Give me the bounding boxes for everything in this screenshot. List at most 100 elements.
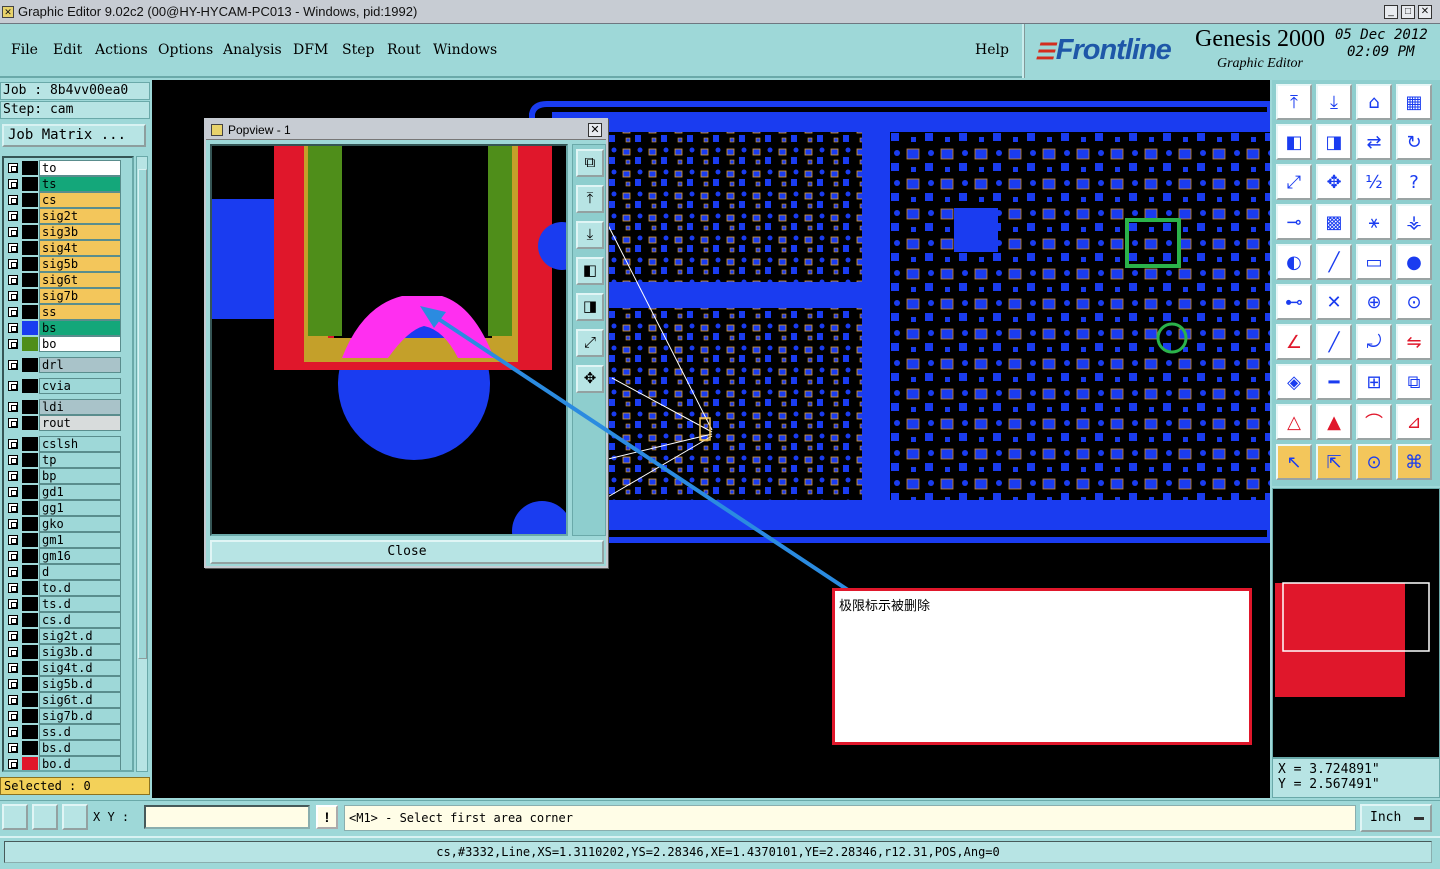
layer-color-swatch[interactable] bbox=[22, 485, 38, 499]
layer-row[interactable]: sig7b.d bbox=[4, 708, 132, 724]
layer-name[interactable]: tp bbox=[39, 452, 121, 468]
layer-name[interactable]: to bbox=[39, 160, 121, 176]
layer-color-swatch[interactable] bbox=[22, 305, 38, 319]
layer-name[interactable]: bs.d bbox=[39, 740, 121, 756]
layer-name[interactable]: sig2t.d bbox=[39, 628, 121, 644]
layer-checkbox[interactable] bbox=[8, 227, 18, 237]
layer-name[interactable]: cs bbox=[39, 192, 121, 208]
layer-color-swatch[interactable] bbox=[22, 177, 38, 191]
layer-row[interactable]: bo bbox=[4, 336, 132, 352]
popview-close-icon[interactable]: ✕ bbox=[588, 123, 602, 137]
layer-name[interactable]: d bbox=[39, 564, 121, 580]
delete-node-icon[interactable]: ✕ bbox=[1316, 284, 1352, 320]
layer-name[interactable]: sig5b bbox=[39, 256, 121, 272]
snap-icon[interactable] bbox=[2, 804, 28, 830]
menu-windows[interactable]: Windows bbox=[433, 42, 497, 58]
layer-color-swatch[interactable] bbox=[22, 469, 38, 483]
layer-name[interactable]: cvia bbox=[39, 378, 121, 394]
layer-color-swatch[interactable] bbox=[22, 416, 38, 430]
layer-row[interactable]: sig4t bbox=[4, 240, 132, 256]
layer-name[interactable]: ss.d bbox=[39, 724, 121, 740]
layer-color-swatch[interactable] bbox=[22, 453, 38, 467]
layer-row[interactable]: gko bbox=[4, 516, 132, 532]
minimize-button[interactable]: _ bbox=[1384, 5, 1398, 19]
select-net-icon[interactable]: ⌘ bbox=[1396, 444, 1432, 480]
layer-row[interactable]: sig6t bbox=[4, 272, 132, 288]
layer-name[interactable]: sig7b bbox=[39, 288, 121, 304]
layer-name[interactable]: sig4t.d bbox=[39, 660, 121, 676]
layer-name[interactable]: cs.d bbox=[39, 612, 121, 628]
zoom-down-icon[interactable]: ⤓ bbox=[576, 221, 604, 249]
layer-checkbox[interactable] bbox=[8, 759, 18, 769]
layer-name[interactable]: ss bbox=[39, 304, 121, 320]
layer-row[interactable]: bo.d bbox=[4, 756, 132, 770]
layer-color-swatch[interactable] bbox=[22, 757, 38, 770]
select-circle-icon[interactable]: ⊙ bbox=[1356, 444, 1392, 480]
zoom-home-icon[interactable]: ⤒ bbox=[1276, 84, 1312, 120]
layer-row[interactable]: bs.d bbox=[4, 740, 132, 756]
layer-name[interactable]: cslsh bbox=[39, 436, 121, 452]
draw-line-icon[interactable]: ╱ bbox=[1316, 244, 1352, 280]
layer-checkbox[interactable] bbox=[8, 535, 18, 545]
layer-checkbox[interactable] bbox=[8, 455, 18, 465]
menu-file[interactable]: File bbox=[11, 42, 38, 58]
layer-color-swatch[interactable] bbox=[22, 661, 38, 675]
slash-icon[interactable]: ╱ bbox=[1316, 324, 1352, 360]
triangle-arc-icon[interactable]: ⌒ bbox=[1356, 404, 1392, 440]
center-icon[interactable]: ✥ bbox=[576, 365, 604, 393]
layer-checkbox[interactable] bbox=[8, 339, 18, 349]
home-icon[interactable]: ⌂ bbox=[1356, 84, 1392, 120]
layer-color-swatch[interactable] bbox=[22, 241, 38, 255]
resize-icon[interactable]: ⊞ bbox=[1356, 364, 1392, 400]
pad-icon[interactable]: ● bbox=[1396, 244, 1432, 280]
layer-checkbox[interactable] bbox=[8, 631, 18, 641]
select-cursor-icon[interactable]: ↖ bbox=[1276, 444, 1312, 480]
add-pad-icon[interactable]: ◐ bbox=[1276, 244, 1312, 280]
add-node-icon[interactable]: ⊙ bbox=[1396, 284, 1432, 320]
layer-name[interactable]: drl bbox=[39, 357, 121, 373]
layer-row[interactable]: gm1 bbox=[4, 532, 132, 548]
layer-scrollbar[interactable] bbox=[136, 156, 148, 772]
layer-checkbox[interactable] bbox=[8, 567, 18, 577]
layer-color-swatch[interactable] bbox=[22, 533, 38, 547]
layer-row[interactable]: to bbox=[4, 160, 132, 176]
layer-checkbox[interactable] bbox=[8, 307, 18, 317]
layer-name[interactable]: sig7b.d bbox=[39, 708, 121, 724]
layer-color-swatch[interactable] bbox=[22, 289, 38, 303]
overview-minimap[interactable] bbox=[1272, 488, 1440, 758]
layer-row[interactable]: sig5b.d bbox=[4, 676, 132, 692]
xy-input[interactable] bbox=[144, 805, 310, 829]
menu-help[interactable]: Help bbox=[975, 42, 1009, 58]
redraw-icon[interactable]: ↻ bbox=[1396, 124, 1432, 160]
layer-name[interactable]: rout bbox=[39, 415, 121, 431]
unit-select[interactable]: Inch bbox=[1360, 804, 1432, 832]
layer-name[interactable]: gg1 bbox=[39, 500, 121, 516]
layer-checkbox[interactable] bbox=[8, 679, 18, 689]
layer-row[interactable]: ts.d bbox=[4, 596, 132, 612]
layer-color-swatch[interactable] bbox=[22, 709, 38, 723]
select-box-icon[interactable]: ⇱ bbox=[1316, 444, 1352, 480]
add-feature-icon[interactable]: ◈ bbox=[1276, 364, 1312, 400]
layer-checkbox[interactable] bbox=[8, 275, 18, 285]
layer-row[interactable]: ts bbox=[4, 176, 132, 192]
triangle-wide-icon[interactable]: ⊿ bbox=[1396, 404, 1432, 440]
layer-checkbox[interactable] bbox=[8, 471, 18, 481]
layer-row[interactable]: sig2t.d bbox=[4, 628, 132, 644]
layer-name[interactable]: bo.d bbox=[39, 756, 121, 770]
layer-name[interactable]: bo bbox=[39, 336, 121, 352]
layer-color-swatch[interactable] bbox=[22, 517, 38, 531]
scale-1-2-icon[interactable]: ½ bbox=[1356, 164, 1392, 200]
layer-checkbox[interactable] bbox=[8, 291, 18, 301]
layer-row[interactable]: sig5b bbox=[4, 256, 132, 272]
net-highlight-icon[interactable]: ⚹ bbox=[1356, 204, 1392, 240]
layer-checkbox[interactable] bbox=[8, 743, 18, 753]
layer-checkbox[interactable] bbox=[8, 663, 18, 673]
layer-color-swatch[interactable] bbox=[22, 321, 38, 335]
job-matrix-button[interactable]: Job Matrix ... bbox=[2, 124, 146, 147]
layer-color-swatch[interactable] bbox=[22, 629, 38, 643]
layer-color-swatch[interactable] bbox=[22, 725, 38, 739]
menu-analysis[interactable]: Analysis bbox=[223, 42, 282, 58]
layer-row[interactable]: cs bbox=[4, 192, 132, 208]
layer-row[interactable]: ss bbox=[4, 304, 132, 320]
layer-row[interactable]: bp bbox=[4, 468, 132, 484]
